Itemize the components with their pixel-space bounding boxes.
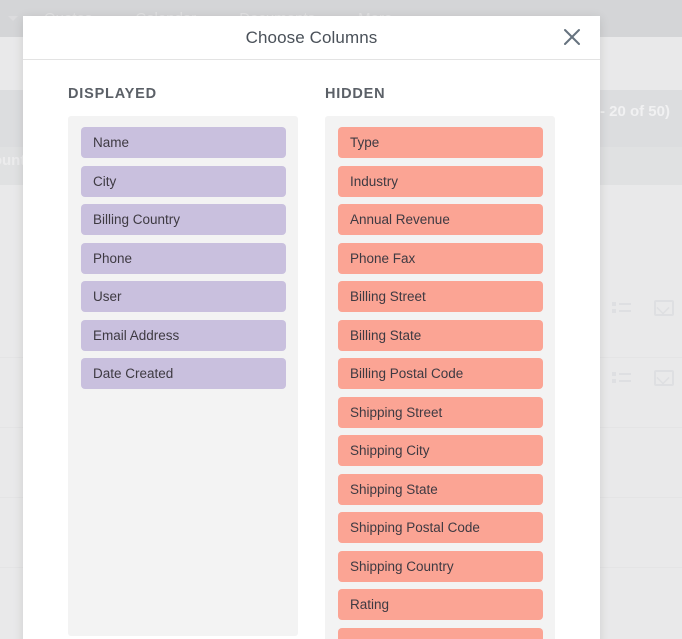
column-chip-billing-street[interactable]: Billing Street (338, 281, 543, 312)
dialog-body: DISPLAYED Name City Billing Country Phon… (23, 60, 600, 639)
dialog-title: Choose Columns (245, 28, 378, 47)
column-chip-shipping-city[interactable]: Shipping City (338, 435, 543, 466)
chip-label: Shipping Country (350, 558, 454, 574)
column-chip-email-address[interactable]: Email Address (81, 319, 286, 351)
column-chip-shipping-street[interactable]: Shipping Street (338, 396, 543, 428)
column-chip-rating[interactable]: Rating (338, 589, 543, 620)
column-chip-date-created[interactable]: Date Created (81, 358, 286, 389)
hidden-heading: HIDDEN (325, 86, 386, 102)
chip-label: Phone Fax (350, 250, 416, 266)
column-chip-shipping-country[interactable]: Shipping Country (338, 550, 543, 582)
chip-label: Shipping State (350, 481, 438, 497)
chip-label: Billing State (350, 327, 422, 343)
mail-icon (654, 370, 674, 386)
mail-icon (654, 300, 674, 316)
chip-label: User (93, 289, 122, 304)
column-chip-phone-fax[interactable]: Phone Fax (338, 242, 543, 274)
choose-columns-dialog: Choose Columns DISPLAYED Name City Billi… (23, 16, 600, 639)
list-icon (612, 300, 632, 316)
column-chip-billing-state[interactable]: Billing State (338, 319, 543, 351)
chip-label: Industry (350, 173, 399, 189)
column-chip-annual-revenue[interactable]: Annual Revenue (338, 204, 543, 235)
column-chip-name[interactable]: Name (81, 127, 286, 158)
column-chip-industry[interactable]: Industry (338, 165, 543, 197)
screen: Quotes Calendar Documents More - 20 (0, 0, 682, 639)
chip-label: Shipping Street (350, 404, 443, 420)
background-pagination-count: - 20 of 50) (599, 103, 670, 120)
column-chip-billing-country[interactable]: Billing Country (81, 204, 286, 235)
displayed-column: DISPLAYED Name City Billing Country Phon… (68, 86, 298, 639)
column-chip-phone[interactable]: Phone (81, 242, 286, 274)
chip-label: Billing Street (350, 289, 426, 304)
chip-label: Rating (350, 597, 390, 612)
chip-label: Billing Country (93, 212, 181, 227)
column-chip-shipping-state[interactable]: Shipping State (338, 473, 543, 505)
displayed-droplist[interactable]: Name City Billing Country Phone User Ema… (68, 116, 298, 636)
hidden-droplist[interactable]: Type Industry Annual Revenue Phone Fax B… (325, 116, 555, 639)
chip-label: Date Created (93, 366, 174, 381)
chip-label: City (93, 173, 117, 189)
chip-label: Annual Revenue (350, 212, 450, 227)
list-icon (612, 370, 632, 386)
chip-label: Shipping Postal Code (350, 520, 480, 535)
chip-label: Phone (93, 250, 133, 266)
column-chip-billing-postal-code[interactable]: Billing Postal Code (338, 358, 543, 389)
chip-label: Billing Postal Code (350, 366, 464, 381)
displayed-heading: DISPLAYED (68, 86, 157, 102)
chip-label: Name (93, 135, 130, 150)
column-chip-partial[interactable] (338, 627, 543, 639)
close-icon[interactable] (560, 25, 584, 49)
column-chip-user[interactable]: User (81, 281, 286, 312)
chevron-down-icon (8, 16, 18, 21)
dialog-header: Choose Columns (23, 16, 600, 60)
chip-label: Email Address (93, 327, 180, 343)
hidden-column: HIDDEN Type Industry Annual Revenue Phon… (325, 86, 555, 639)
chip-label: Shipping City (350, 443, 430, 458)
column-chip-shipping-postal-code[interactable]: Shipping Postal Code (338, 512, 543, 543)
column-chip-city[interactable]: City (81, 165, 286, 197)
column-chip-type[interactable]: Type (338, 127, 543, 158)
chip-label: Type (350, 135, 380, 150)
